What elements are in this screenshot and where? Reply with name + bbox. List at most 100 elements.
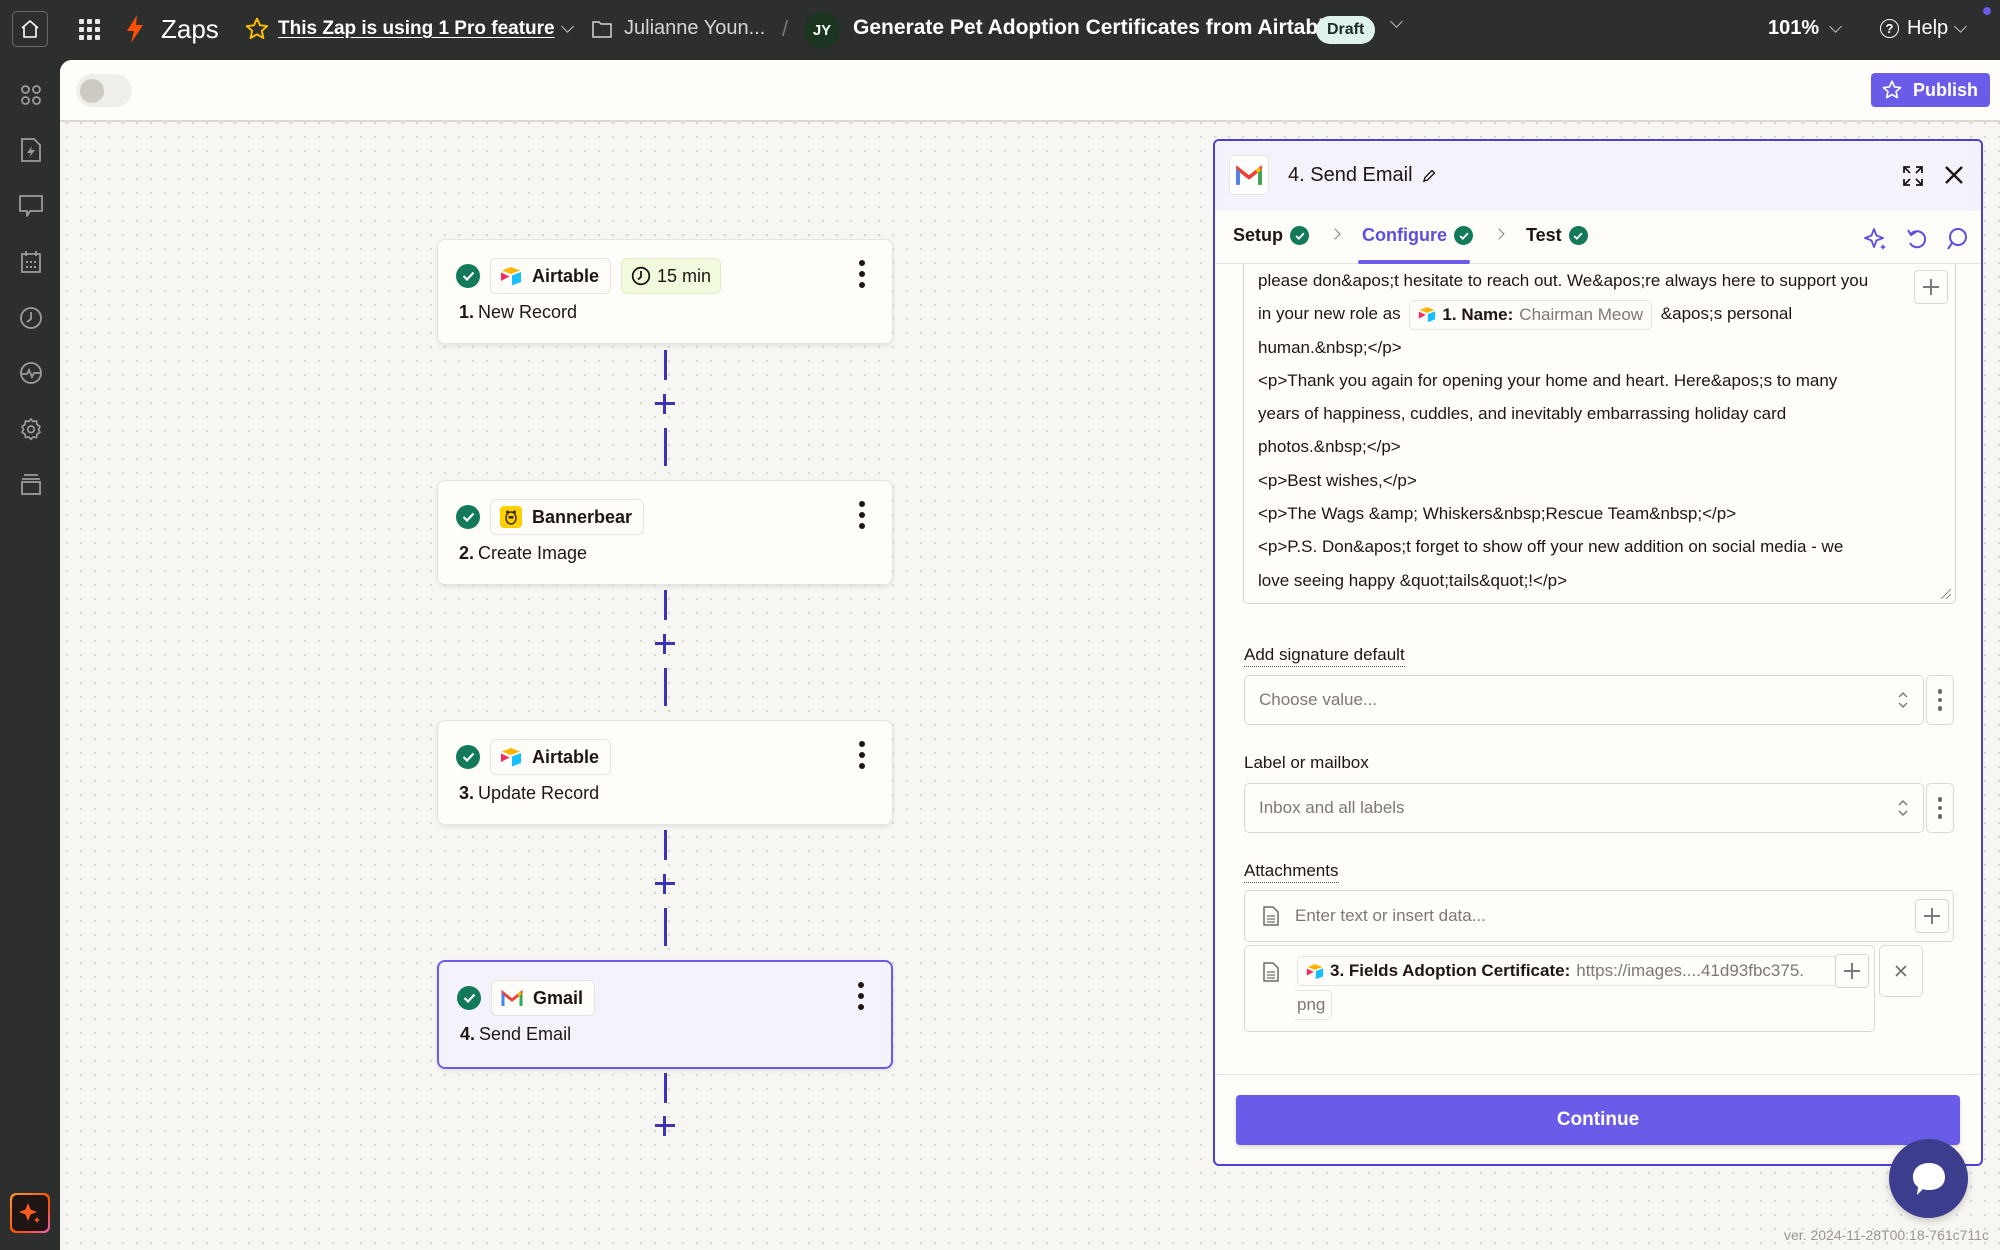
expand-icon[interactable] (1902, 165, 1924, 187)
zaps-nav-link[interactable]: Zaps (161, 14, 219, 45)
breadcrumb-separator: / (782, 16, 789, 41)
sidebar-item-tables[interactable] (18, 249, 44, 275)
continue-button[interactable]: Continue (1236, 1095, 1960, 1145)
data-token[interactable]: 1. Name: Chairman Meow (1409, 299, 1653, 330)
left-sidebar (0, 60, 60, 1250)
add-step-button[interactable] (653, 1114, 677, 1138)
step-name: Send Email (479, 1024, 572, 1044)
mailbox-select[interactable]: Inbox and all labels (1244, 783, 1924, 833)
step-card-3[interactable]: Airtable 3. Update Record (437, 720, 893, 825)
step-menu-button[interactable] (856, 501, 868, 529)
sidebar-item-interfaces[interactable] (18, 193, 44, 219)
pro-feature-dropdown[interactable]: This Zap is using 1 Pro feature (244, 16, 574, 42)
data-token[interactable]: 3. Fields Adoption Certificate: https://… (1297, 956, 1837, 986)
ai-copilot-button[interactable] (10, 1193, 50, 1233)
token-value: https://images....41d93fbc375. (1576, 961, 1804, 980)
step-menu-button[interactable] (856, 741, 868, 769)
pencil-icon[interactable] (1421, 168, 1437, 184)
insert-data-button[interactable] (1915, 899, 1949, 933)
help-dropdown[interactable]: ? Help (1880, 17, 1968, 40)
step-header: Airtable 15 min (456, 258, 722, 294)
body-line: <p>The Wags &amp; Whiskers&nbsp;Rescue T… (1258, 504, 1737, 524)
step-card-2[interactable]: Bannerbear 2. Create Image (437, 480, 893, 585)
signature-options-button[interactable] (1926, 675, 1954, 725)
body-text-segment: in your new role as (1258, 304, 1401, 324)
sidebar-item-history[interactable] (18, 305, 44, 331)
updown-chevron-icon (1898, 799, 1908, 817)
sidebar-item-status[interactable] (18, 360, 44, 386)
grid-dot (86, 18, 92, 24)
step-header: Bannerbear (456, 499, 645, 535)
sidebar-item-more[interactable] (18, 471, 44, 497)
check-circle-icon (1568, 226, 1588, 245)
step-name: Update Record (478, 783, 600, 803)
tab-configure[interactable]: Configure (1362, 225, 1473, 246)
step-card-1[interactable]: Airtable 15 min 1. New Record (437, 239, 893, 344)
mailbox-value: Inbox and all labels (1259, 798, 1405, 817)
insert-data-button[interactable] (1914, 270, 1948, 304)
signature-select[interactable]: Choose value... (1244, 675, 1924, 725)
step-name: New Record (478, 302, 578, 322)
body-line: <p>Best wishes,</p> (1258, 470, 1417, 490)
grid-dot (94, 18, 100, 24)
add-step-button[interactable] (653, 872, 677, 896)
step-menu-button[interactable] (856, 260, 868, 288)
insert-data-button[interactable] (1835, 954, 1869, 988)
folder-breadcrumb[interactable]: Julianne Youn... (592, 17, 765, 40)
attachments-input[interactable]: Enter text or insert data... (1244, 890, 1954, 942)
zoom-level-dropdown[interactable]: 101% (1768, 17, 1843, 40)
home-button[interactable] (12, 11, 48, 47)
token-value-continued: png (1295, 990, 1333, 1020)
step-menu-button[interactable] (855, 982, 867, 1010)
sidebar-item-zaps[interactable] (18, 137, 44, 163)
close-icon[interactable] (1942, 163, 1966, 187)
remove-attachment-button[interactable] (1879, 945, 1923, 997)
grid-dot (78, 26, 84, 32)
ai-button-inner (12, 1195, 48, 1231)
chat-icon (19, 195, 43, 217)
tab-setup[interactable]: Setup (1233, 225, 1310, 246)
add-step-button[interactable] (653, 632, 677, 656)
kebab-dot (1937, 689, 1943, 694)
tab-test[interactable]: Test (1526, 225, 1588, 246)
kebab-dot (859, 282, 865, 288)
kebab-dot (859, 260, 865, 266)
zap-title[interactable]: Generate Pet Adoption Certificates from … (853, 16, 1336, 40)
undo-icon[interactable] (1906, 227, 1928, 251)
mailbox-options-button[interactable] (1926, 783, 1954, 833)
kebab-dot (1937, 797, 1943, 802)
folder-icon (592, 20, 612, 38)
publish-button[interactable]: Publish (1871, 73, 1991, 107)
kebab-dot (858, 982, 864, 988)
schedule-value: 15 min (657, 265, 712, 286)
tab-label: Configure (1362, 225, 1447, 245)
signature-label: Add signature default (1244, 645, 1405, 667)
star-icon (1882, 80, 1902, 99)
connector-line (664, 668, 667, 706)
check-circle-icon (456, 745, 480, 769)
close-icon (1895, 965, 1907, 977)
kebab-dot (858, 1004, 864, 1010)
step-header: Airtable (456, 739, 612, 775)
email-body-textarea[interactable]: please don&apos;t hesitate to reach out.… (1243, 264, 1956, 604)
sidebar-item-settings[interactable] (18, 416, 44, 442)
zap-menu-chevron-icon[interactable] (1390, 15, 1403, 28)
step-editor-panel: 4. Send Email Setup Configure Test pleas… (1213, 139, 1983, 1166)
toggle-knob (80, 79, 104, 103)
app-launcher-button[interactable] (77, 17, 101, 41)
chevron-right-icon (1329, 228, 1341, 240)
ai-sparkle-icon[interactable] (1864, 227, 1888, 251)
step-card-4[interactable]: Gmail 4. Send Email (437, 960, 893, 1069)
kebab-dot (859, 752, 865, 758)
app-name: Gmail (533, 987, 584, 1008)
support-chat-button[interactable] (1889, 1139, 1968, 1218)
attachment-item[interactable]: 3. Fields Adoption Certificate: https://… (1244, 945, 1875, 1032)
zap-on-off-toggle[interactable] (76, 74, 132, 107)
sidebar-item-apps[interactable] (18, 82, 44, 108)
add-step-button[interactable] (653, 392, 677, 416)
connector-line (664, 908, 667, 946)
resize-handle[interactable] (1941, 589, 1951, 599)
attachments-placeholder: Enter text or insert data... (1295, 906, 1486, 925)
comment-icon[interactable] (1946, 227, 1968, 251)
owner-avatar[interactable]: JY (804, 12, 840, 48)
